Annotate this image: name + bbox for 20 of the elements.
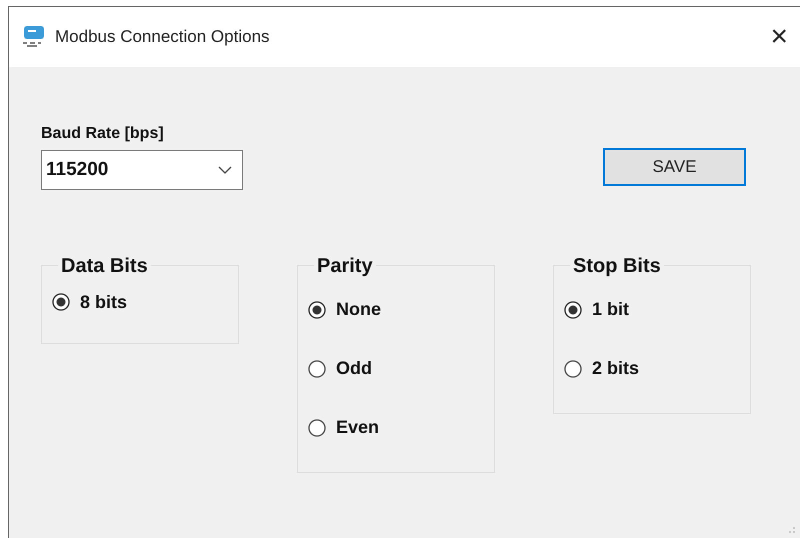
radio-button[interactable] <box>308 300 326 318</box>
chevron-icon <box>218 166 232 174</box>
radio-label[interactable]: Odd <box>336 355 372 382</box>
radio-button[interactable] <box>308 360 326 378</box>
app-icon <box>21 26 47 48</box>
window-title: Modbus Connection Options <box>55 26 270 48</box>
baud-rate-dropdown[interactable]: 115200 <box>41 150 243 190</box>
close-button[interactable]: × <box>768 22 790 52</box>
radio-label[interactable]: 2 bits <box>592 355 640 382</box>
save-button[interactable]: SAVE <box>603 148 746 186</box>
radio-button[interactable] <box>564 300 582 318</box>
radio-label[interactable]: None <box>336 296 381 323</box>
radio-button[interactable] <box>564 360 582 378</box>
radio-button[interactable] <box>52 293 70 311</box>
radio-label[interactable]: 8 bits <box>80 288 128 316</box>
radio-label[interactable]: 1 bit <box>592 296 630 323</box>
radio-label[interactable]: Even <box>336 414 380 441</box>
resize-grip-icon <box>788 526 796 534</box>
baud-rate-label: Baud Rate [bps] <box>41 124 165 144</box>
radio-button[interactable] <box>308 418 326 436</box>
